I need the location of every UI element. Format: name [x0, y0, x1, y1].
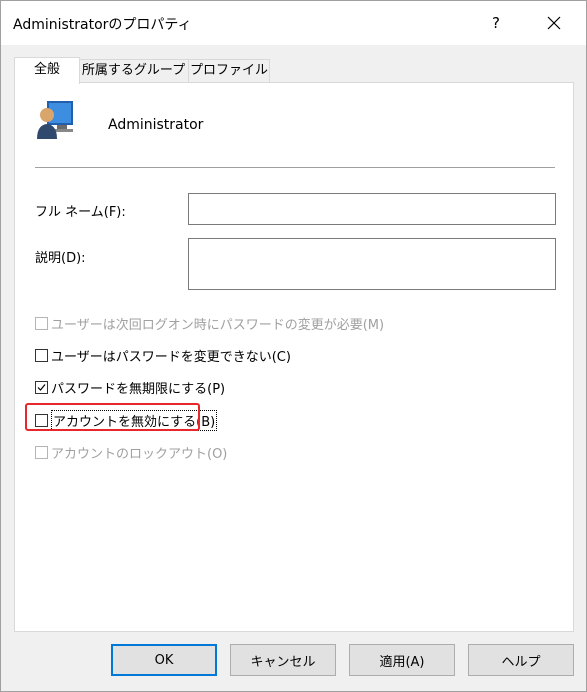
checkbox-box[interactable]: [35, 349, 48, 362]
checkmark-icon: [37, 384, 46, 391]
general-tab-panel: Administrator フル ネーム(F): 説明(D): ユーザーは次回ロ…: [14, 82, 574, 632]
tab-general[interactable]: 全般: [14, 57, 80, 84]
user-name: Administrator: [108, 117, 204, 133]
help-button[interactable]: ヘルプ: [468, 644, 574, 676]
checkbox-box[interactable]: [35, 414, 48, 427]
checkbox-box[interactable]: [35, 446, 48, 459]
checkbox-account-locked-out[interactable]: アカウントのロックアウト(O): [35, 443, 227, 462]
checkbox-box-checked[interactable]: [35, 381, 48, 394]
tab-profile-label: プロファイル: [189, 63, 268, 78]
close-button[interactable]: [531, 7, 577, 39]
full-name-input[interactable]: [188, 193, 556, 225]
tab-member-of[interactable]: 所属するグループ: [78, 59, 189, 82]
checkbox-password-never-expires[interactable]: パスワードを無期限にする(P): [35, 378, 225, 397]
checkbox-label: ユーザーは次回ログオン時にパスワードの変更が必要(M): [51, 318, 385, 333]
title-bar[interactable]: Administratorのプロパティ ?: [1, 1, 586, 45]
checkbox-must-change-password[interactable]: ユーザーは次回ログオン時にパスワードの変更が必要(M): [35, 314, 384, 333]
properties-dialog: Administratorのプロパティ ? 全般 所属するグループ プロファイル: [0, 0, 587, 692]
checkbox-account-disabled[interactable]: アカウントを無効にする(B): [35, 410, 218, 431]
checkbox-cannot-change-password[interactable]: ユーザーはパスワードを変更できない(C): [35, 346, 291, 365]
window-title: Administratorのプロパティ: [13, 17, 192, 33]
close-icon: [547, 16, 561, 30]
ok-button[interactable]: OK: [111, 644, 217, 676]
cancel-button[interactable]: キャンセル: [230, 644, 336, 676]
checkbox-box[interactable]: [35, 317, 48, 330]
tab-general-label: 全般: [33, 62, 60, 77]
full-name-label: フル ネーム(F):: [35, 205, 126, 220]
description-label: 説明(D):: [35, 251, 86, 266]
tab-profile[interactable]: プロファイル: [188, 59, 270, 82]
user-account-icon: [35, 99, 75, 139]
question-mark-icon: ?: [492, 14, 500, 32]
apply-button[interactable]: 適用(A): [349, 644, 455, 676]
checkbox-label: アカウントを無効にする(B): [51, 410, 218, 431]
checkbox-label: ユーザーはパスワードを変更できない(C): [51, 350, 291, 365]
checkbox-label: アカウントのロックアウト(O): [51, 447, 228, 462]
separator: [35, 167, 555, 168]
checkbox-label: パスワードを無期限にする(P): [51, 382, 226, 397]
tab-member-of-label: 所属するグループ: [81, 63, 186, 78]
description-input[interactable]: [188, 238, 556, 290]
help-title-button[interactable]: ?: [473, 7, 519, 39]
